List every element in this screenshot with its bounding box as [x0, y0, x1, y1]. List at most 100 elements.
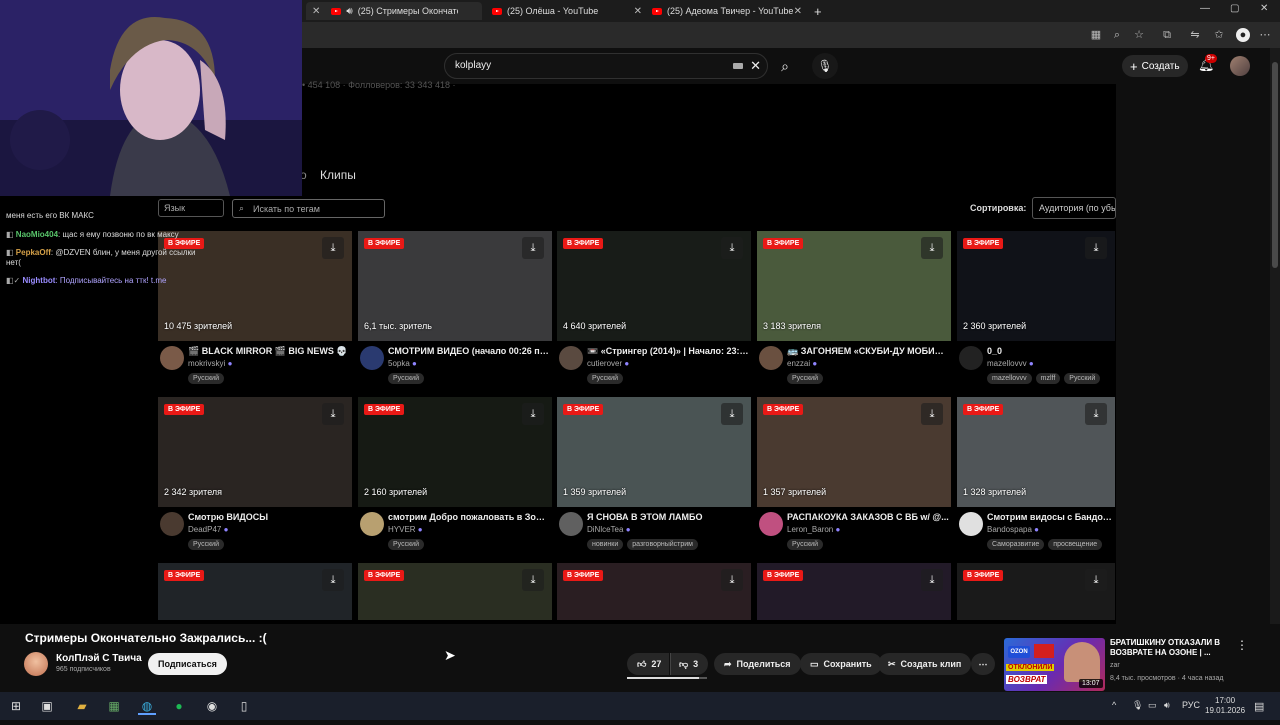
recommended-channel[interactable]: zar — [1110, 662, 1120, 669]
close-tab-icon[interactable]: ✕ — [794, 6, 802, 17]
stream-card[interactable]: В ЭФИРЕ ⤓ 4 640 зрителей 📼 «Стрингер (2014)… — [557, 231, 751, 393]
browser-tab[interactable]: (25) Адеома Твичер - YouTube ✕ — [646, 2, 806, 20]
keyboard-icon[interactable] — [733, 63, 743, 69]
tag-pill[interactable]: разговорныйстрим — [627, 539, 698, 550]
language-indicator[interactable]: РУС — [1182, 700, 1200, 710]
microphone-icon[interactable]: 🎙︎ — [1132, 700, 1143, 711]
task-view-icon[interactable]: ▣ — [38, 697, 56, 715]
stream-title[interactable]: Я СНОВА В ЭТОМ ЛАМБО — [587, 512, 749, 522]
channel-avatar[interactable] — [559, 512, 583, 536]
stream-card[interactable]: В ЭФИРЕ ⤓ 1 359 зрителей Я СНОВА В ЭТОМ ЛАМ… — [557, 397, 751, 559]
subscribe-button[interactable]: Подписаться — [148, 653, 227, 675]
system-clock[interactable]: 17:00 19.01.2026 — [1205, 696, 1245, 716]
new-tab-button[interactable]: + — [808, 2, 826, 20]
download-icon[interactable]: ⤓ — [1085, 237, 1107, 259]
notifications-icon[interactable]: ▤ — [1254, 700, 1264, 713]
stream-card[interactable]: В ЭФИРЕ ⤓ 6,1 тыс. зритель СМОТРИМ ВИДЕО (н… — [358, 231, 552, 393]
stream-thumbnail[interactable]: В ЭФИРЕ ⤓ — [957, 563, 1115, 620]
download-icon[interactable]: ⤓ — [721, 403, 743, 425]
tag-pill[interactable]: Русский — [787, 373, 823, 384]
tag-pill[interactable]: mzlff — [1035, 373, 1061, 384]
tag-pill[interactable]: Русский — [388, 539, 424, 550]
tag-pill[interactable]: mazellovvv — [987, 373, 1032, 384]
file-explorer-icon[interactable]: ▰ — [73, 697, 91, 715]
channel-avatar[interactable] — [959, 346, 983, 370]
tag-pill[interactable]: Саморазвитие — [987, 539, 1045, 550]
windows-start-icon[interactable]: ⊞ — [7, 697, 25, 715]
stream-title[interactable]: 0_0 — [987, 346, 1113, 356]
channel-avatar[interactable] — [360, 512, 384, 536]
stream-title[interactable]: смотрим Добро пожаловать в Зомбилэнд — [388, 512, 550, 522]
like-button[interactable]: 👍︎ 27 — [627, 653, 670, 675]
stream-card[interactable]: В ЭФИРЕ ⤓ 3 183 зрителя 🚌 ЗАГОНЯЕМ «СКУБИ-Д… — [757, 231, 951, 393]
stream-title[interactable]: СМОТРИМ ВИДЕО (начало 00:26 по мск) — [388, 346, 550, 356]
channel-avatar[interactable] — [959, 512, 983, 536]
network-icon[interactable]: ▭ — [1148, 700, 1157, 711]
search-box[interactable]: kolplayy ✕ — [444, 53, 768, 79]
app-window-icon[interactable]: ▯ — [235, 697, 253, 715]
stream-card[interactable]: В ЭФИРЕ ⤓ 2 342 зрителя Смотрю ВИДОСЫ DeadP4… — [158, 397, 352, 559]
stream-title[interactable]: РАСПАКОУКА ЗАКАЗОВ С ВБ w/ @... — [787, 512, 949, 522]
channel-name[interactable]: mokrivskyi ● — [188, 359, 232, 368]
download-icon[interactable]: ⤓ — [721, 569, 743, 591]
recommended-video-title[interactable]: БРАТИШКИНУ ОТКАЗАЛИ В ВОЗВРАТЕ НА ОЗОНЕ … — [1110, 638, 1236, 658]
channel-avatar[interactable] — [24, 652, 48, 676]
channel-name[interactable]: cutierover ● — [587, 359, 629, 368]
download-icon[interactable]: ⤓ — [322, 237, 344, 259]
tray-chevron-icon[interactable]: ^ — [1112, 700, 1116, 710]
create-clip-button[interactable]: ✂ Создать клип — [878, 653, 972, 675]
zoom-icon[interactable]: ⌕ — [1110, 28, 1124, 42]
app-icon[interactable]: ▦ — [1089, 28, 1103, 42]
channel-avatar[interactable] — [160, 512, 184, 536]
tag-pill[interactable]: Русский — [188, 539, 224, 550]
save-button[interactable]: ▭ Сохранить — [800, 653, 882, 675]
channel-avatar[interactable] — [160, 346, 184, 370]
tag-pill[interactable]: Русский — [787, 539, 823, 550]
more-vert-icon[interactable]: ⋮ — [1236, 638, 1248, 652]
download-icon[interactable]: ⤓ — [322, 569, 344, 591]
channel-avatar[interactable] — [759, 512, 783, 536]
channel-avatar[interactable] — [759, 346, 783, 370]
stream-thumbnail[interactable]: В ЭФИРЕ ⤓ 1 357 зрителей — [757, 397, 951, 507]
nvidia-icon[interactable]: ▦ — [105, 697, 123, 715]
close-window-icon[interactable]: ✕ — [1260, 3, 1268, 14]
stream-thumbnail[interactable]: В ЭФИРЕ ⤓ — [757, 563, 951, 620]
search-input[interactable]: kolplayy — [455, 60, 491, 71]
tag-pill[interactable]: Русский — [1064, 373, 1101, 384]
tag-pill[interactable]: Русский — [388, 373, 424, 384]
account-avatar[interactable] — [1230, 56, 1250, 76]
channel-name[interactable]: Bandospapa ● — [987, 525, 1039, 534]
channel-name[interactable]: DeadP47 ● — [188, 525, 228, 534]
download-icon[interactable]: ⤓ — [721, 237, 743, 259]
tag-pill[interactable]: Русский — [188, 373, 224, 384]
favorite-star-icon[interactable]: ☆ — [1132, 28, 1146, 42]
stream-thumbnail[interactable]: В ЭФИРЕ ⤓ 1 359 зрителей — [557, 397, 751, 507]
minimize-icon[interactable]: — — [1200, 3, 1210, 14]
create-button[interactable]: + Создать — [1122, 55, 1188, 77]
tag-pill[interactable]: новинки — [587, 539, 624, 550]
download-icon[interactable]: ⤓ — [522, 403, 544, 425]
stream-thumbnail[interactable]: В ЭФИРЕ ⤓ 4 640 зрителей — [557, 231, 751, 341]
volume-icon[interactable]: 🔊︎ — [1164, 700, 1170, 711]
channel-name[interactable]: HYVER ● — [388, 525, 423, 534]
download-icon[interactable]: ⤓ — [921, 237, 943, 259]
stream-thumbnail[interactable]: В ЭФИРЕ ⤓ — [158, 563, 352, 620]
channel-name[interactable]: mazellovvv ● — [987, 359, 1034, 368]
download-icon[interactable]: ⤓ — [522, 569, 544, 591]
channel-name[interactable]: enzzai ● — [787, 359, 817, 368]
stream-title[interactable]: 📼 «Стрингер (2014)» | Начало: 23:00 — [587, 346, 749, 357]
stream-thumbnail[interactable]: В ЭФИРЕ ⤓ — [557, 563, 751, 620]
favorites-icon[interactable]: ✩ — [1212, 28, 1226, 42]
channel-name[interactable]: КолПлэй С Твича — [56, 653, 142, 664]
browser-tab-active[interactable]: ✕ 🔊︎ (25) Стримеры Окончательно Зажралис… — [306, 2, 482, 20]
spotify-icon[interactable]: ● — [170, 697, 188, 715]
stream-thumbnail[interactable]: В ЭФИРЕ ⤓ 2 160 зрителей — [358, 397, 552, 507]
clear-search-icon[interactable]: ✕ — [750, 58, 761, 74]
stream-card[interactable]: В ЭФИРЕ ⤓ 2 160 зрителей смотрим Добро пожа… — [358, 397, 552, 559]
more-options-icon[interactable]: ⋯ — [1258, 28, 1272, 42]
download-icon[interactable]: ⤓ — [322, 403, 344, 425]
tag-pill[interactable]: просвещение — [1048, 539, 1103, 550]
browser-tab[interactable]: (25) Олёша - YouTube ✕ — [486, 2, 646, 20]
channel-name[interactable]: DiNlceTea ● — [587, 525, 631, 534]
stream-card[interactable]: В ЭФИРЕ ⤓ 1 357 зрителей РАСПАКОУКА ЗАКАЗОВ… — [757, 397, 951, 559]
